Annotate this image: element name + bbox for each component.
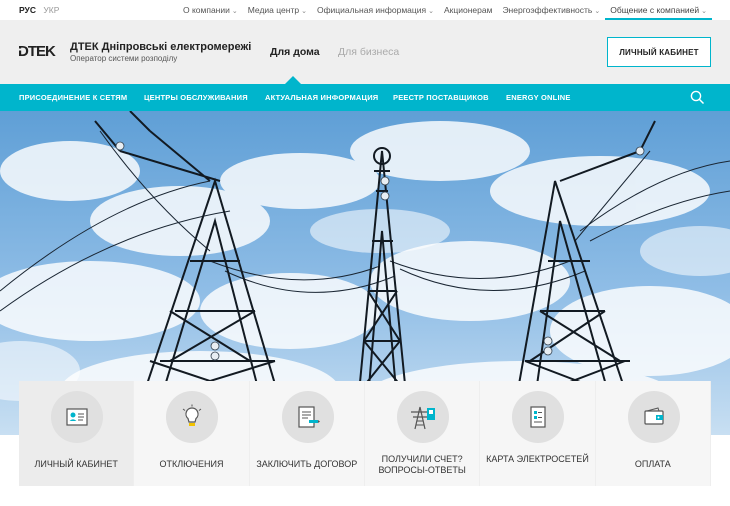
tile-bill-faq[interactable]: ПОЛУЧИЛИ СЧЕТ? ВОПРОСЫ-ОТВЕТЫ [364, 381, 481, 486]
tile-sign-contract[interactable]: ЗАКЛЮЧИТЬ ДОГОВОР [249, 381, 365, 486]
tile-icon-circle [51, 391, 103, 443]
toplink-label: Общение с компанией [610, 5, 700, 15]
lang-uk[interactable]: УКР [43, 5, 59, 15]
active-tab-indicator [285, 76, 301, 84]
tile-icon-circle [512, 391, 565, 443]
toplink-contact[interactable]: Общение с компанией ⌄ [605, 0, 712, 20]
tile-payment[interactable]: ОПЛАТА [595, 381, 711, 486]
toplink-media[interactable]: Медиа центр ⌄ [243, 0, 312, 20]
toplink-official-info[interactable]: Официальная информация ⌄ [312, 0, 439, 20]
site-header: DTEK ДТЕК Дніпровські електромережі Опер… [0, 20, 730, 84]
brand-name: ДТЕК Дніпровські електромережі [70, 41, 252, 53]
tile-outages[interactable]: ОТКЛЮЧЕНИЯ [134, 381, 250, 486]
chevron-down-icon: ⌄ [231, 8, 238, 15]
power-tower-icon [410, 406, 435, 430]
wallet-icon [644, 407, 664, 425]
tile-label: ПОЛУЧИЛИ СЧЕТ? ВОПРОСЫ-ОТВЕТЫ [378, 454, 466, 475]
tile-label: ОПЛАТА [634, 459, 671, 469]
toplink-about[interactable]: О компании ⌄ [178, 0, 243, 20]
toplink-label: Акционерам [443, 5, 493, 15]
nav-grid-connection[interactable]: ПРИСОЕДИНЕНИЕ К СЕТЯМ [19, 93, 127, 102]
tile-label: ЗАКЛЮЧИТЬ ДОГОВОР [256, 459, 358, 469]
nav-service-centers[interactable]: ЦЕНТРЫ ОБСЛУЖИВАНИЯ [144, 93, 248, 102]
tab-for-home[interactable]: Для дома [270, 46, 320, 58]
tile-label: КАРТА ЭЛЕКТРОСЕТЕЙ [486, 454, 589, 464]
tile-icon-circle [396, 391, 449, 443]
toplink-label: О компании [182, 5, 230, 15]
language-switcher: РУС УКР [19, 5, 59, 15]
tile-personal-cabinet[interactable]: ЛИЧНЫЙ КАБИНЕТ [19, 381, 135, 486]
tile-label: ОТКЛЮЧЕНИЯ [159, 459, 224, 469]
personal-cabinet-button[interactable]: ЛИЧНЫЙ КАБИНЕТ [607, 37, 711, 67]
toplink-shareholders[interactable]: Акционерам [439, 0, 497, 20]
chevron-down-icon: ⌄ [301, 8, 307, 15]
main-nav: ПРИСОЕДИНЕНИЕ К СЕТЯМ ЦЕНТРЫ ОБСЛУЖИВАНИ… [0, 84, 730, 111]
tile-icon-circle [627, 391, 680, 443]
chevron-down-icon: ⌄ [428, 8, 434, 15]
lang-ru[interactable]: РУС [19, 5, 36, 15]
top-links: О компании ⌄ Медиа центр ⌄ Официальная инф… [178, 0, 712, 20]
search-icon[interactable] [690, 90, 705, 105]
nav-supplier-registry[interactable]: РЕЕСТР ПОСТАВЩИКОВ [393, 93, 489, 102]
lightbulb-icon [183, 404, 202, 426]
svg-text:DTEK: DTEK [18, 43, 56, 58]
toplink-label: Официальная информация [316, 5, 427, 15]
tile-label: ЛИЧНЫЙ КАБИНЕТ [34, 459, 118, 469]
map-document-icon [530, 406, 546, 428]
tile-grid-map[interactable]: КАРТА ЭЛЕКТРОСЕТЕЙ [480, 381, 596, 486]
contract-pen-icon [298, 406, 320, 428]
tile-icon-circle [281, 391, 334, 443]
dtek-logo[interactable]: DTEK [18, 42, 62, 58]
toplink-energy-efficiency[interactable]: Энергоэффективность ⌄ [497, 0, 605, 20]
chevron-down-icon: ⌄ [701, 8, 707, 15]
chevron-down-icon: ⌄ [594, 8, 601, 15]
nav-energy-online[interactable]: ENERGY ONLINE [506, 93, 571, 102]
nav-current-info[interactable]: АКТУАЛЬНАЯ ИНФОРМАЦИЯ [265, 93, 378, 102]
toplink-label: Энергоэффективность [502, 5, 593, 15]
brand-subtitle: Оператор системи розподілу [70, 54, 178, 63]
top-utility-bar: РУС УКР О компании ⌄ Медиа центр ⌄ Официал… [0, 0, 730, 20]
toplink-label: Медиа центр [247, 5, 300, 15]
tile-icon-circle [166, 391, 219, 443]
service-tiles: ЛИЧНЫЙ КАБИНЕТ ОТКЛЮЧЕНИЯ ЗАКЛЮЧИТЬ ДОГО… [19, 381, 711, 486]
id-card-icon [66, 408, 88, 426]
tab-for-business[interactable]: Для бизнеса [338, 46, 399, 58]
